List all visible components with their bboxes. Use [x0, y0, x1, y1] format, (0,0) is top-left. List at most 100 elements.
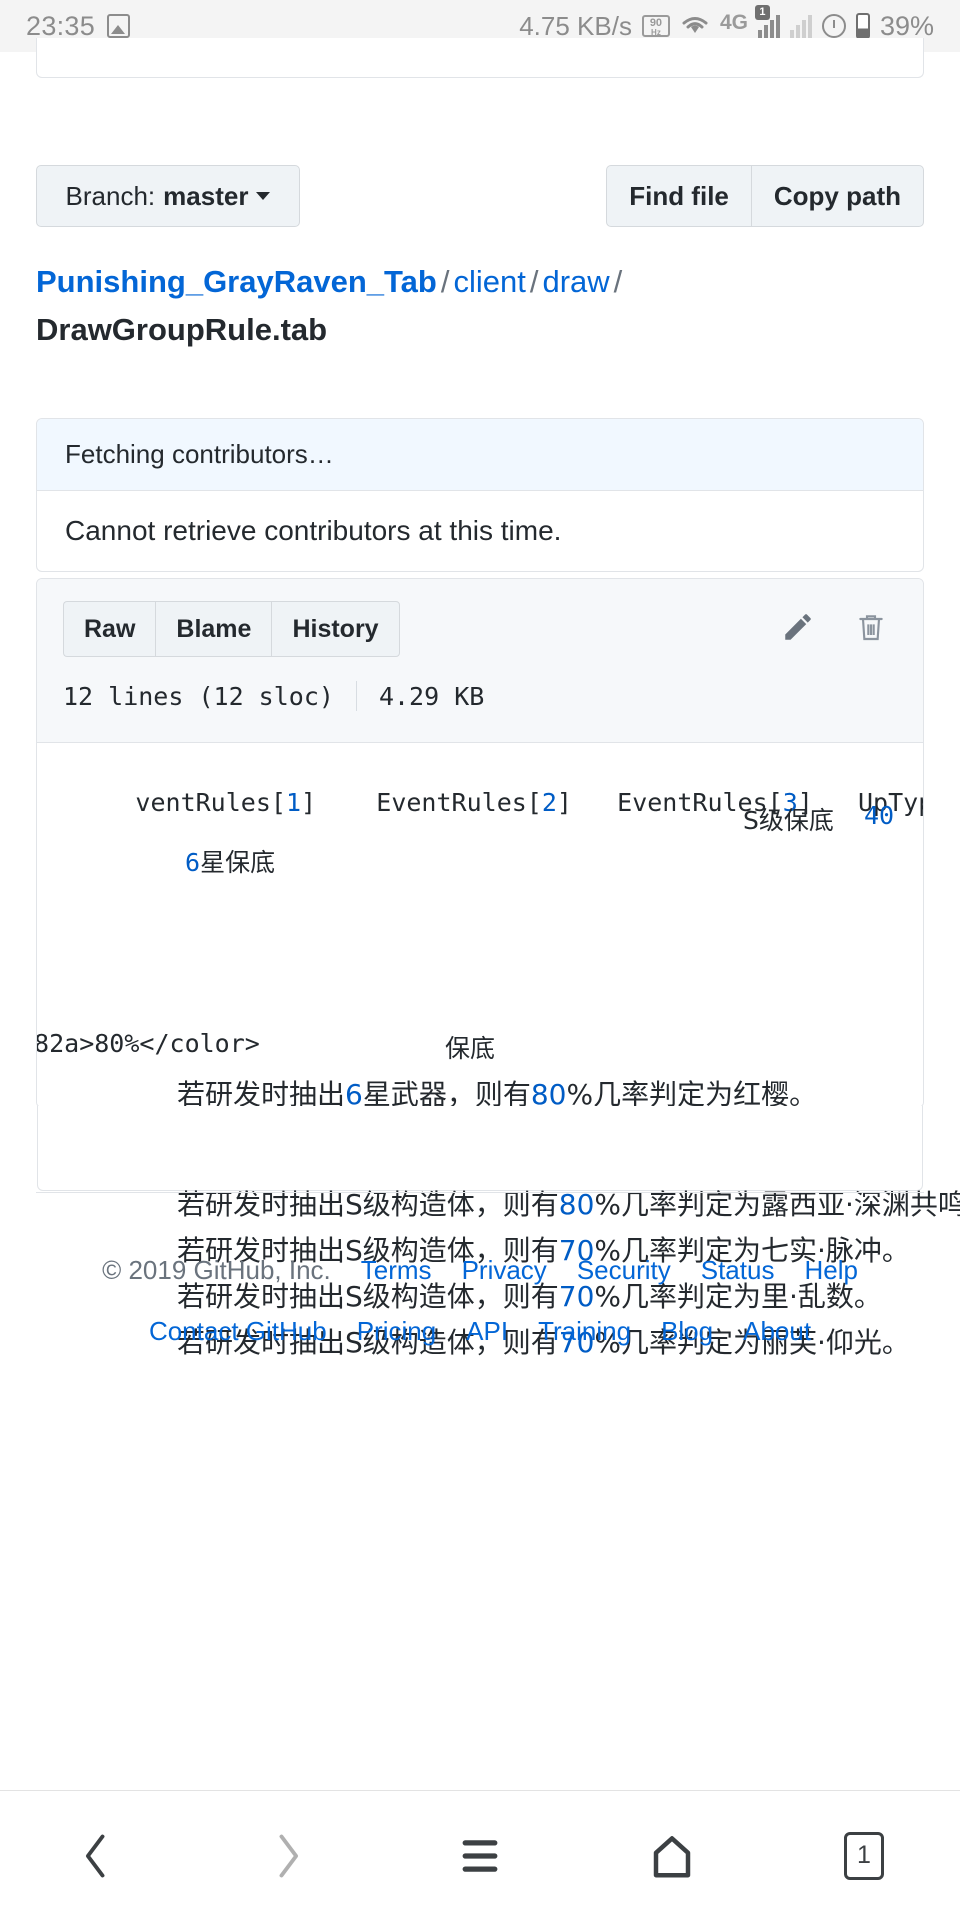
col-eventrules2: EventRules[2]: [376, 788, 572, 817]
scrolled-off-card: [36, 38, 924, 78]
footer-link-terms[interactable]: Terms: [361, 1255, 432, 1286]
contributors-error-text: Cannot retrieve contributors at this tim…: [65, 515, 562, 546]
footer-row-2: Contact GitHub Pricing API Training Blog…: [0, 1316, 960, 1347]
breadcrumb-sep-2: /: [529, 264, 539, 299]
gap1: [316, 788, 376, 817]
tab-count: 1: [844, 1831, 884, 1880]
desc1-c: %几率判定为红樱。: [566, 1078, 818, 1107]
branch-selector-button[interactable]: Branch: master: [36, 165, 300, 227]
file-header: Raw Blame History 12 lines (12 sloc) 4.2…: [37, 579, 923, 743]
file-header-row: Raw Blame History: [63, 601, 897, 657]
copy-path-button[interactable]: Copy path: [750, 165, 924, 227]
footer-link-blog[interactable]: Blog: [661, 1316, 713, 1347]
status-bar-left: 23:35: [26, 10, 131, 42]
breadcrumb-folder-draw[interactable]: draw: [542, 264, 609, 299]
breadcrumb-sep-3: /: [613, 264, 623, 299]
footer-link-training[interactable]: Training: [538, 1316, 631, 1347]
page-title: DrawGroupRule.tab: [36, 312, 328, 347]
file-meta: 12 lines (12 sloc) 4.29 KB: [63, 657, 897, 711]
site-footer: © 2019 GitHub, Inc. Terms Privacy Securi…: [0, 1255, 960, 1347]
col1-tail: ]: [301, 788, 317, 817]
footer-row-1: © 2019 GitHub, Inc. Terms Privacy Securi…: [0, 1255, 960, 1286]
meta-divider: [355, 681, 357, 711]
signal-bars-sim2-icon: [789, 14, 812, 38]
footer-link-help[interactable]: Help: [804, 1255, 857, 1286]
footer-link-pricing[interactable]: Pricing: [357, 1316, 436, 1347]
code-color-tag-fragment: e82a>80%</color>: [37, 1029, 260, 1058]
find-file-button[interactable]: Find file: [606, 165, 751, 227]
col2-text: EventRules[: [376, 788, 542, 817]
battery-icon: [855, 13, 870, 39]
network-speed-text: 4.75 KB/s: [519, 10, 632, 41]
desc1-a: 若研发时抽出: [177, 1078, 346, 1107]
forward-button[interactable]: [233, 1816, 343, 1896]
trash-icon[interactable]: [855, 610, 887, 649]
battery-percent: 39%: [879, 10, 934, 41]
branch-name: master: [163, 180, 249, 211]
file-line-count: 12 lines (12 sloc): [63, 681, 334, 711]
col2-tail: ]: [556, 788, 572, 817]
history-button[interactable]: History: [271, 601, 400, 657]
status-bar-right: 4.75 KB/s 90 Hz 4G 1 39%: [519, 5, 934, 42]
breadcrumb: Punishing_GrayRaven_Tab / client / draw / Dra…: [36, 258, 926, 354]
sim-badge: 1: [754, 5, 770, 20]
footer-link-contact-github[interactable]: Contact GitHub: [149, 1316, 327, 1347]
row2-prefix: 6: [185, 848, 201, 877]
alarm-icon: [821, 14, 846, 38]
file-content-box: Raw Blame History 12 lines (12 sloc) 4.2…: [36, 578, 924, 1108]
code-tail-label: 保底: [445, 1034, 496, 1063]
refresh-rate-icon: 90 Hz: [641, 15, 670, 37]
footer-link-api[interactable]: API: [466, 1316, 508, 1347]
chevron-down-icon: [256, 192, 271, 200]
browser-nav-bar: 1: [0, 1790, 960, 1920]
signal-bars-sim1-icon: 1: [754, 5, 780, 38]
footer-link-about[interactable]: About: [743, 1316, 811, 1347]
branch-label: Branch:: [65, 180, 156, 211]
file-size: 4.29 KB: [378, 681, 485, 711]
menu-icon: [462, 1839, 498, 1872]
mobile-browser-page: 23:35 4.75 KB/s 90 Hz 4G 1 39% Branch: m…: [0, 0, 960, 1920]
desc1-b: 星武器，则有: [362, 1078, 531, 1107]
blame-button[interactable]: Blame: [155, 601, 272, 657]
footer-link-privacy[interactable]: Privacy: [462, 1255, 547, 1286]
breadcrumb-repo-link[interactable]: Punishing_GrayRaven_Tab: [36, 264, 437, 299]
gap2: [572, 788, 617, 817]
footer-divider: [36, 1192, 924, 1193]
code-overflow-region: [37, 1106, 923, 1191]
menu-button[interactable]: [425, 1816, 535, 1896]
desc1-n1: 6: [345, 1078, 363, 1107]
breadcrumb-folder-client[interactable]: client: [453, 264, 525, 299]
footer-link-security[interactable]: Security: [577, 1255, 671, 1286]
network-type-label: 4G: [719, 11, 748, 34]
code-scroll-area[interactable]: ventRules[1] EventRules[2] EventRules[3]…: [37, 743, 923, 1107]
back-button[interactable]: [41, 1816, 151, 1896]
refresh-rate-unit: Hz: [651, 28, 661, 37]
wifi-icon: [680, 14, 710, 38]
signal-bars-inactive: [789, 14, 812, 38]
col2-num: 2: [541, 788, 557, 817]
breadcrumb-sep-1: /: [440, 264, 450, 299]
contributors-loading-text: Fetching contributors…: [37, 419, 923, 491]
home-icon: [653, 1835, 691, 1877]
clock-time: 23:35: [26, 10, 96, 41]
col1-num: 1: [285, 788, 301, 817]
photo-icon: [107, 14, 131, 38]
col-eventrules1: ventRules[1]: [135, 788, 316, 817]
contributors-box: Fetching contributors… Cannot retrieve c…: [36, 418, 924, 572]
desc1-n2: 80: [530, 1078, 567, 1107]
col1-text: ventRules[: [135, 788, 286, 817]
code-row1-col3: S级保底: [743, 806, 834, 835]
tab-switcher-button[interactable]: 1: [809, 1816, 919, 1896]
code-row2-col1: 6星保底: [185, 843, 275, 879]
file-header-icons: [781, 610, 897, 649]
desc-line-1: 若研发时抽出6星武器，则有80%几率判定为红樱。: [177, 1073, 817, 1107]
back-icon: [85, 1834, 105, 1877]
forward-icon: [279, 1834, 299, 1877]
pencil-icon[interactable]: [781, 610, 815, 649]
code-row1-uptype: 40: [864, 801, 894, 830]
home-button[interactable]: [617, 1816, 727, 1896]
copyright-text: © 2019 GitHub, Inc.: [102, 1255, 331, 1285]
raw-button[interactable]: Raw: [63, 601, 156, 657]
file-view-tabs: Raw Blame History: [63, 601, 400, 657]
footer-link-status[interactable]: Status: [701, 1255, 775, 1286]
